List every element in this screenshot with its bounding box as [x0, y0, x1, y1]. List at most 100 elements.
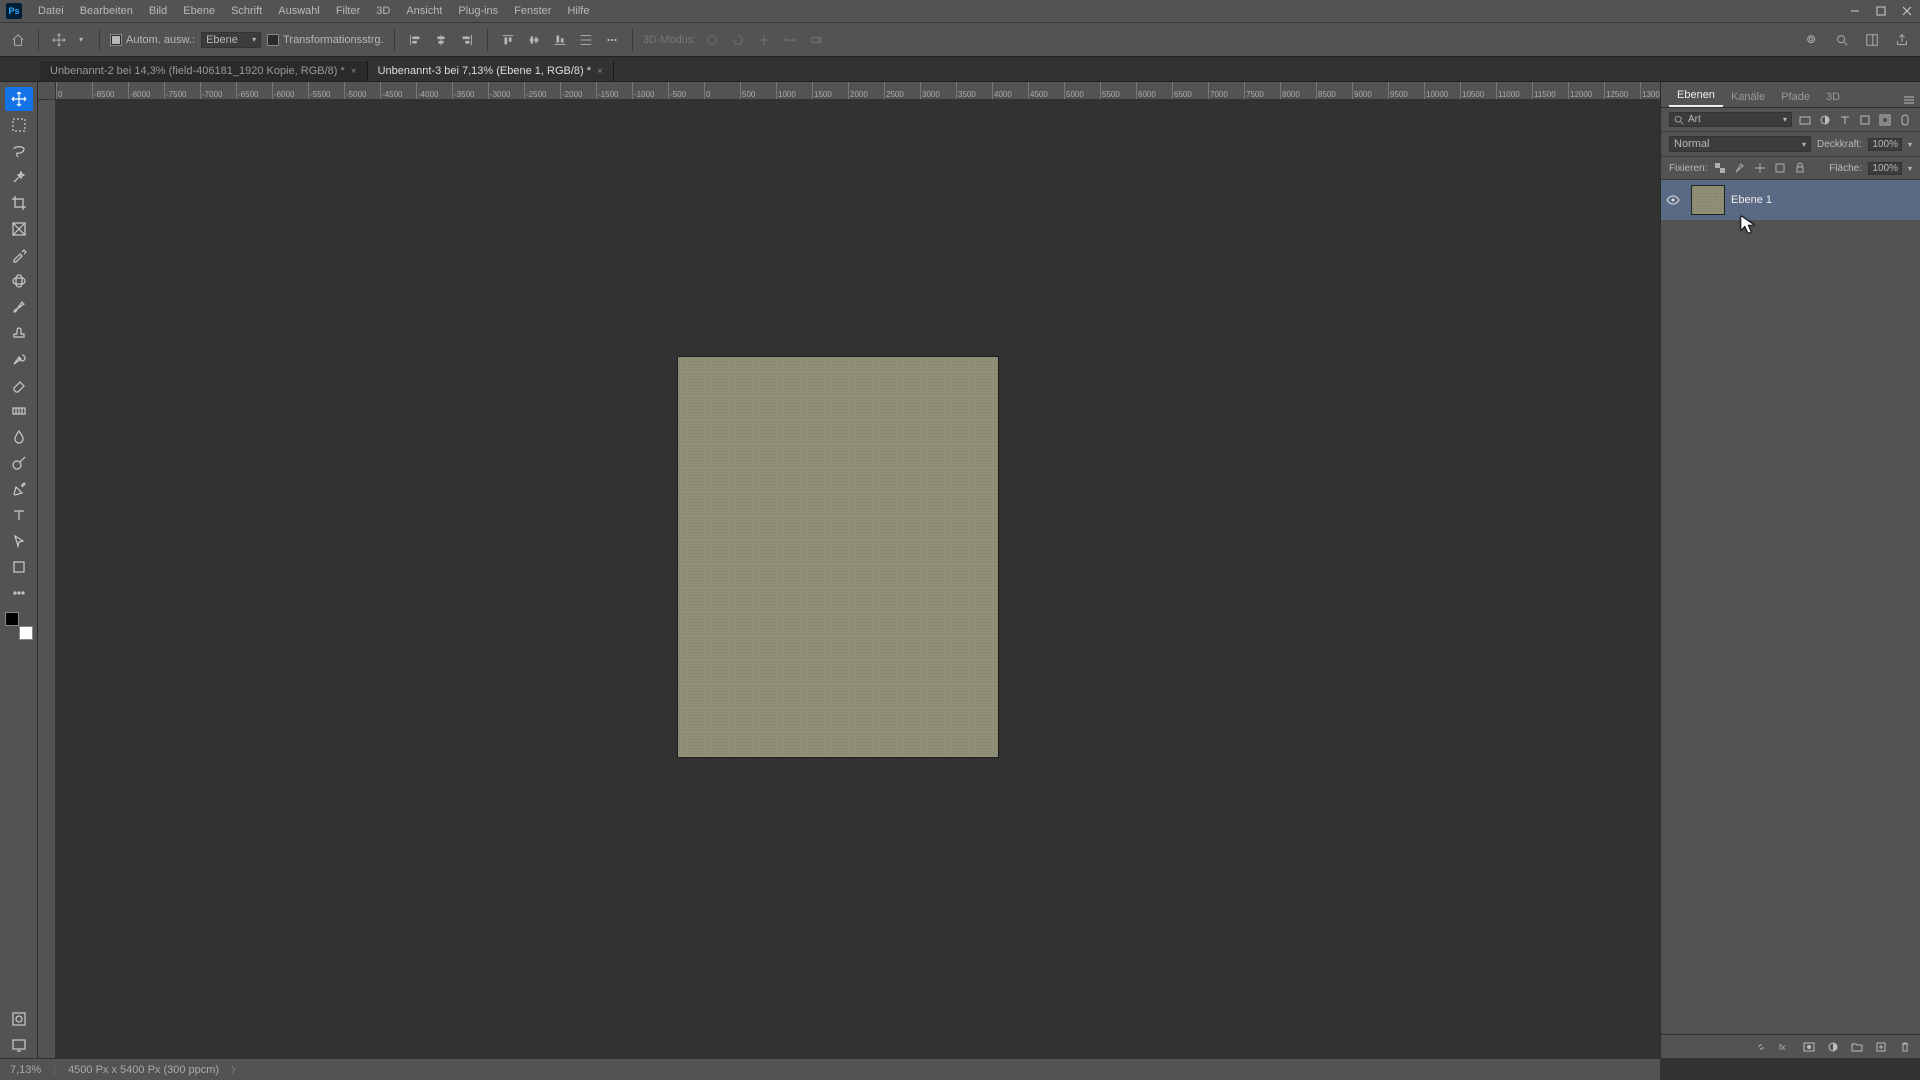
align-left-icon[interactable]	[405, 30, 425, 50]
gradient-tool[interactable]	[5, 399, 33, 423]
align-hcenter-icon[interactable]	[431, 30, 451, 50]
move-tool-icon[interactable]	[49, 30, 69, 50]
color-swatches[interactable]	[5, 612, 33, 640]
menu-ebene[interactable]: Ebene	[175, 0, 223, 22]
filter-type-icon[interactable]	[1838, 113, 1852, 127]
layer-row[interactable]: Ebene 1	[1661, 180, 1920, 220]
dodge-tool[interactable]	[5, 451, 33, 475]
filter-toggle-icon[interactable]	[1898, 113, 1912, 127]
lock-artboard-icon[interactable]	[1773, 161, 1787, 175]
canvas-content[interactable]	[678, 357, 998, 757]
tab-paths[interactable]: Pfade	[1773, 87, 1818, 107]
share-icon[interactable]	[1892, 30, 1912, 50]
align-bottom-icon[interactable]	[550, 30, 570, 50]
close-icon[interactable]	[1894, 0, 1920, 22]
search-icon[interactable]	[1832, 30, 1852, 50]
menu-auswahl[interactable]: Auswahl	[270, 0, 328, 22]
menu-hilfe[interactable]: Hilfe	[559, 0, 597, 22]
history-brush-tool[interactable]	[5, 347, 33, 371]
align-right-icon[interactable]	[457, 30, 477, 50]
more-tools-icon[interactable]	[5, 581, 33, 605]
lock-pixels-icon[interactable]	[1733, 161, 1747, 175]
path-select-tool[interactable]	[5, 529, 33, 553]
filter-smart-icon[interactable]	[1878, 113, 1892, 127]
tab-3d[interactable]: 3D	[1818, 87, 1848, 107]
filter-pixel-icon[interactable]	[1798, 113, 1812, 127]
pen-tool[interactable]	[5, 477, 33, 501]
auto-select-checkbox[interactable]: Autom. ausw.:	[110, 34, 195, 46]
lock-all-icon[interactable]	[1793, 161, 1807, 175]
tool-preset-dropdown[interactable]: ▾	[75, 34, 89, 45]
ruler-horizontal[interactable]: 0-8500-8000-7500-7000-6500-6000-5500-500…	[56, 82, 1660, 100]
transform-controls-checkbox[interactable]: Transformationsstrg.	[267, 34, 383, 46]
lock-transparency-icon[interactable]	[1713, 161, 1727, 175]
distribute-icon[interactable]	[576, 30, 596, 50]
fill-value[interactable]: 100%	[1868, 162, 1902, 175]
menu-bild[interactable]: Bild	[141, 0, 175, 22]
fx-icon[interactable]: fx	[1778, 1040, 1792, 1054]
filter-adjust-icon[interactable]	[1818, 113, 1832, 127]
close-tab-icon[interactable]: ×	[351, 66, 357, 77]
move-tool[interactable]	[5, 87, 33, 111]
crop-tool[interactable]	[5, 191, 33, 215]
heal-tool[interactable]	[5, 269, 33, 293]
blur-tool[interactable]	[5, 425, 33, 449]
opacity-value[interactable]: 100%	[1868, 138, 1902, 151]
frame-tool[interactable]	[5, 217, 33, 241]
adjustment-icon[interactable]	[1826, 1040, 1840, 1054]
marquee-tool[interactable]	[5, 113, 33, 137]
fill-label: Fläche:	[1829, 163, 1862, 174]
auto-select-target-dropdown[interactable]: Ebene▾	[201, 32, 261, 48]
menu-filter[interactable]: Filter	[328, 0, 368, 22]
link-icon[interactable]	[1754, 1040, 1768, 1054]
doc-info[interactable]: 4500 Px x 5400 Px (300 ppcm)	[68, 1064, 219, 1076]
tab-layers[interactable]: Ebenen	[1669, 85, 1723, 107]
menu-schrift[interactable]: Schrift	[223, 0, 270, 22]
wand-tool[interactable]	[5, 165, 33, 189]
stamp-tool[interactable]	[5, 321, 33, 345]
menubar: Ps DateiBearbeitenBildEbeneSchriftAuswah…	[0, 0, 1920, 22]
layer-filter-dropdown[interactable]: Art▾	[1669, 112, 1792, 127]
canvas-area[interactable]: 0-8500-8000-7500-7000-6500-6000-5500-500…	[38, 82, 1660, 1058]
eraser-tool[interactable]	[5, 373, 33, 397]
cc-search-icon[interactable]	[1802, 30, 1822, 50]
lock-position-icon[interactable]	[1753, 161, 1767, 175]
quickmask-icon[interactable]	[5, 1007, 33, 1031]
align-vcenter-icon[interactable]	[524, 30, 544, 50]
panel-menu-icon[interactable]	[1902, 93, 1916, 107]
minimize-icon[interactable]	[1842, 0, 1868, 22]
more-options-icon[interactable]	[602, 30, 622, 50]
new-layer-icon[interactable]	[1874, 1040, 1888, 1054]
visibility-icon[interactable]	[1661, 193, 1685, 207]
maximize-icon[interactable]	[1868, 0, 1894, 22]
layer-thumbnail[interactable]	[1691, 185, 1725, 215]
menu-datei[interactable]: Datei	[30, 0, 72, 22]
close-tab-icon[interactable]: ×	[597, 66, 603, 77]
status-bar: 7,13% | 4500 Px x 5400 Px (300 ppcm) 〉	[0, 1058, 1660, 1080]
mask-icon[interactable]	[1802, 1040, 1816, 1054]
ruler-vertical[interactable]	[38, 100, 56, 1058]
menu-plug-ins[interactable]: Plug-ins	[450, 0, 506, 22]
layer-name[interactable]: Ebene 1	[1731, 194, 1772, 206]
workspace-icon[interactable]	[1862, 30, 1882, 50]
doc-tab[interactable]: Unbenannt-3 bei 7,13% (Ebene 1, RGB/8) *…	[368, 61, 614, 81]
tab-channels[interactable]: Kanäle	[1723, 87, 1773, 107]
filter-shape-icon[interactable]	[1858, 113, 1872, 127]
menu-bearbeiten[interactable]: Bearbeiten	[72, 0, 141, 22]
zoom-level[interactable]: 7,13%	[10, 1064, 41, 1076]
blend-mode-dropdown[interactable]: Normal▾	[1669, 136, 1811, 152]
home-icon[interactable]	[8, 30, 28, 50]
menu-ansicht[interactable]: Ansicht	[398, 0, 450, 22]
align-top-icon[interactable]	[498, 30, 518, 50]
shape-tool[interactable]	[5, 555, 33, 579]
group-icon[interactable]	[1850, 1040, 1864, 1054]
menu-3d[interactable]: 3D	[368, 0, 398, 22]
lasso-tool[interactable]	[5, 139, 33, 163]
trash-icon[interactable]	[1898, 1040, 1912, 1054]
screenmode-icon[interactable]	[5, 1033, 33, 1057]
brush-tool[interactable]	[5, 295, 33, 319]
doc-tab[interactable]: Unbenannt-2 bei 14,3% (field-406181_1920…	[40, 61, 368, 81]
menu-fenster[interactable]: Fenster	[506, 0, 559, 22]
type-tool[interactable]	[5, 503, 33, 527]
eyedropper-tool[interactable]	[5, 243, 33, 267]
